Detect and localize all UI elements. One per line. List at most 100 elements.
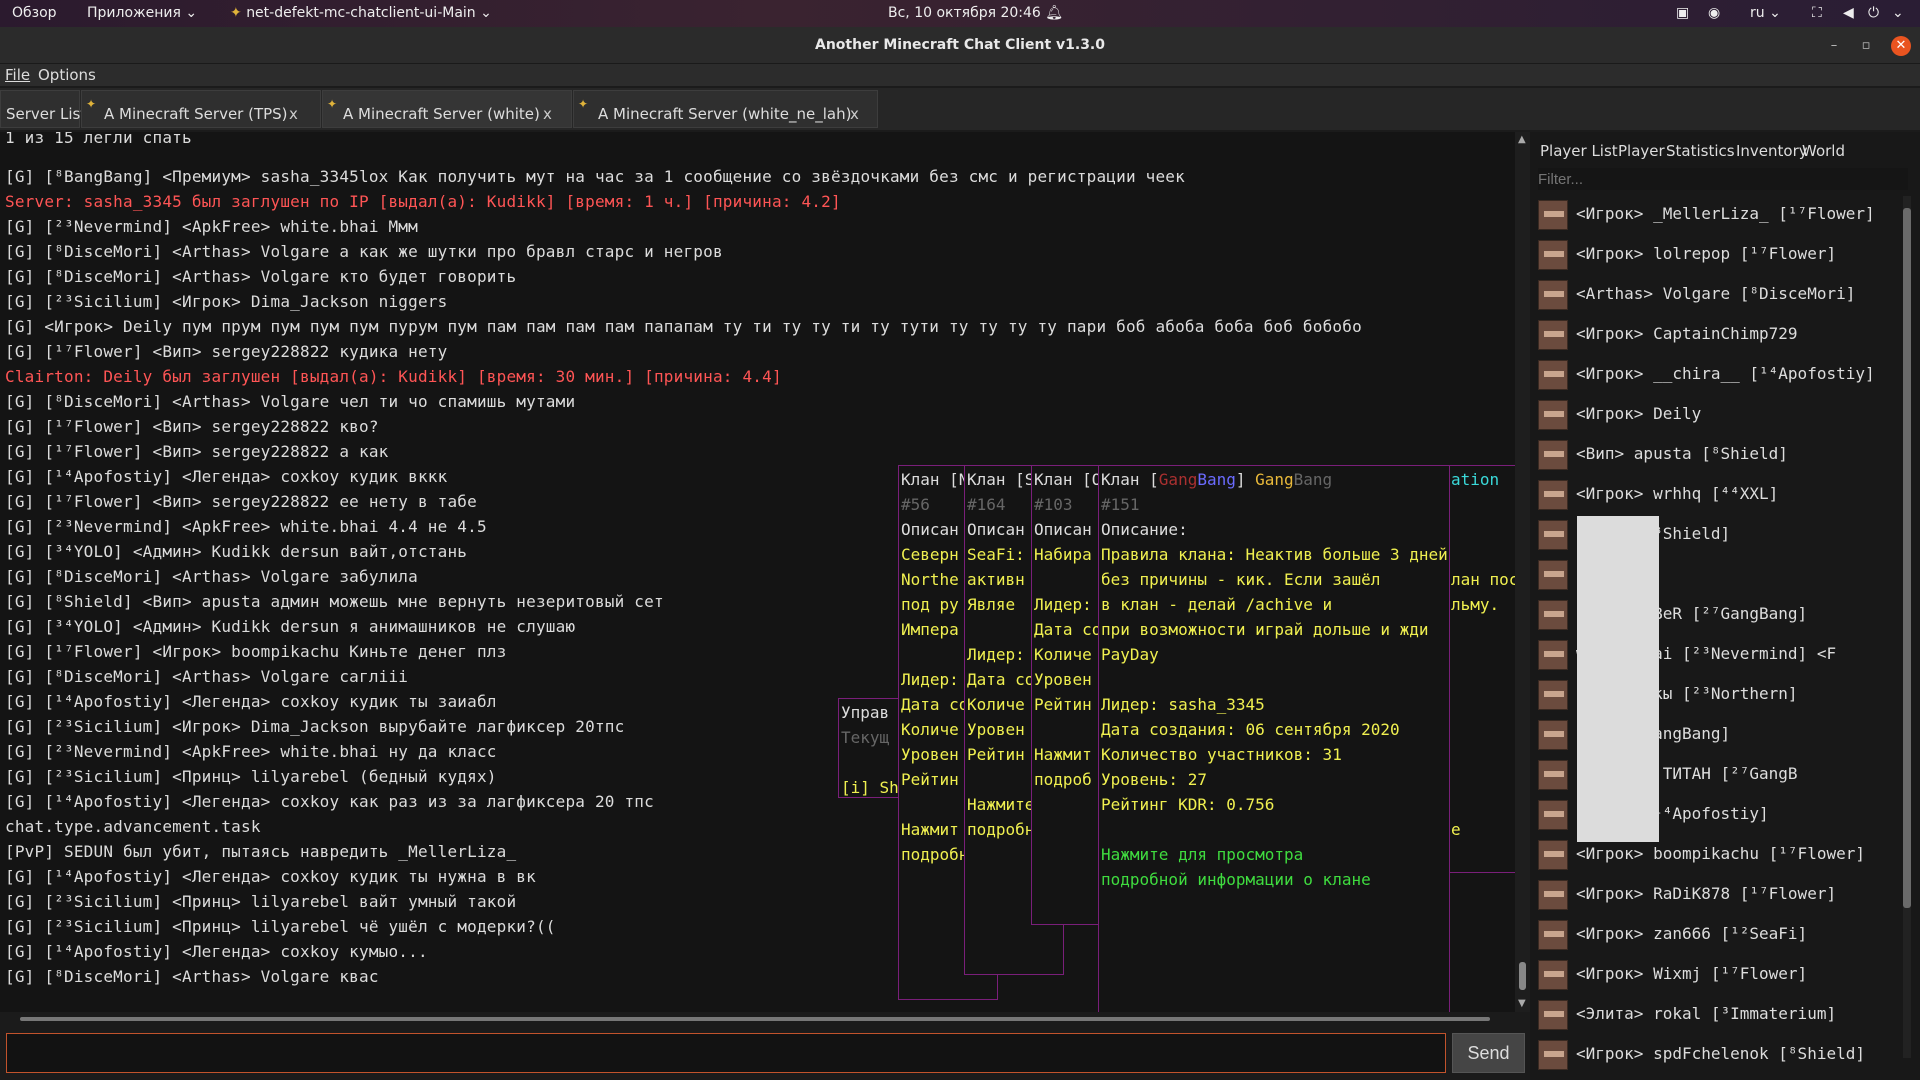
chat-log[interactable]: 1 из 15 легли спать [G] [⁸BangBang] <Пре… (0, 132, 1515, 1012)
player-head-icon (1538, 240, 1568, 270)
chat-line: [G] [²³Nevermind] <ApkFree> white.bhai н… (5, 742, 497, 761)
server-icon: ✦ (327, 97, 338, 111)
chat-vertical-scrollbar[interactable]: ▲ ▼ (1515, 132, 1530, 1012)
player-row[interactable]: <Игрок> _MellerLiza_ [¹⁷Flower] (1538, 196, 1910, 234)
tab-player[interactable]: Player (1618, 142, 1665, 160)
player-head-icon (1538, 960, 1568, 990)
clan-members: Количество участников: 31 (1101, 745, 1342, 764)
tooltip-back-3: Клан [O #103 Описан Набира Лидер: Дата со Коли… (1031, 465, 1101, 925)
apps-menu[interactable]: Приложения ⌄ (87, 5, 197, 21)
player-filter-input[interactable] (1538, 168, 1908, 190)
chat-line: [G] [¹⁷Flower] <Вип> sergey228822 ее нет… (5, 492, 477, 511)
network-icon[interactable]: ⛶ (1812, 5, 1822, 21)
clock[interactable]: Вс, 10 октября 20:46 🔔︎ (888, 5, 1063, 21)
chevron-up-icon[interactable]: ▲ (1518, 134, 1526, 145)
chevron-down-icon[interactable]: ▼ (1518, 998, 1526, 1009)
clan-level: Уровень: 27 (1101, 770, 1207, 789)
player-row[interactable]: <Игрок> RaDiK878 [¹⁷Flower] (1538, 876, 1910, 914)
overview-button[interactable]: Обзор (12, 5, 57, 21)
chat-line: Server: sasha_3345 был заглушен по IP [в… (5, 192, 841, 211)
minimize-icon[interactable]: – (1824, 36, 1844, 56)
player-head-icon (1538, 720, 1568, 750)
maximize-icon[interactable]: ▫ (1856, 36, 1876, 56)
player-row[interactable]: <Игрок> wrhhq [⁴⁴XXL] (1538, 476, 1910, 514)
player-scroll-thumb[interactable] (1903, 208, 1911, 908)
chat-line: [G] [²³Sicilium] <Принц> lilyarebel (бед… (5, 767, 497, 786)
clan-id: #151 (1101, 495, 1140, 514)
chat-line: [G] [¹⁷Flower] <Вип> sergey228822 а как (5, 442, 389, 461)
player-row[interactable]: <Arthas> Volgare [⁸DisceMori] (1538, 276, 1910, 314)
tab-label: A Minecraft Server (white_ne_lah) (598, 105, 852, 123)
volume-icon[interactable]: ◀ (1843, 5, 1854, 21)
app-window-menu[interactable]: ✦ net-defekt-mc-chatclient-ui-Main ⌄ (230, 5, 492, 21)
player-head-icon (1538, 880, 1568, 910)
close-tab-icon[interactable]: x (543, 105, 552, 123)
player-row[interactable]: <Вип> apusta [⁸Shield] (1538, 436, 1910, 474)
tooltip-line: Клан [S (967, 470, 1035, 489)
chat-hscroll-thumb[interactable] (20, 1017, 1490, 1021)
player-row[interactable]: <Игрок> __chira__ [¹⁴Apofostiy] (1538, 356, 1910, 394)
close-tab-icon[interactable]: x (850, 105, 859, 123)
tooltip-line: Количе (1034, 645, 1092, 664)
close-icon[interactable]: ✕ (1891, 36, 1911, 56)
tooltip-line: #56 (901, 495, 930, 514)
player-row[interactable]: <Игрок> lolrepop [¹⁷Flower] (1538, 236, 1910, 274)
close-tab-icon[interactable]: x (289, 105, 298, 123)
tooltip-line: активн (967, 570, 1025, 589)
chat-line: [G] [¹⁷Flower] <Вип> sergey228822 кудика… (5, 342, 448, 361)
tab-statistics[interactable]: Statistics (1666, 142, 1735, 160)
message-input[interactable] (6, 1033, 1446, 1073)
player-row[interactable]: <Игрок> spdFchelenok [⁸Shield] (1538, 1036, 1910, 1074)
chevron-down-icon: ⌄ (480, 5, 492, 21)
screen-icon[interactable]: ▣ (1676, 5, 1689, 21)
menu-options[interactable]: Options (38, 66, 96, 84)
player-head-icon (1538, 280, 1568, 310)
server-icon: ✦ (86, 97, 97, 111)
chat-line: [G] [³⁴YOLO] <Админ> Kudikk dersun вайт,… (5, 542, 468, 561)
player-name: <Игрок> lolrepop [¹⁷Flower] (1576, 244, 1837, 263)
player-head-icon (1538, 200, 1568, 230)
player-head-icon (1538, 560, 1568, 590)
chat-line: [G] [²³Nevermind] <ApkFree> white.bhai 4… (5, 517, 487, 536)
tooltip-line: e (1451, 820, 1461, 839)
tooltip-line: Управ (841, 703, 890, 722)
player-row[interactable]: <Игрок> Deily (1538, 396, 1910, 434)
language-switch[interactable]: ru ⌄ (1750, 5, 1781, 21)
chat-line: [G] [⁸DisceMori] <Arthas> Volgare а как … (5, 242, 723, 261)
chevron-down-icon[interactable]: ⌄ (1892, 5, 1904, 21)
tooltip-line: Уровен (1034, 670, 1092, 689)
clan-desc-line: PayDay (1101, 645, 1159, 664)
tooltip-line: #164 (967, 495, 1006, 514)
player-row[interactable]: <Игрок> zan666 [¹²SeaFi] (1538, 916, 1910, 954)
tab-server-tps[interactable]: ✦ A Minecraft Server (TPS) x (81, 90, 321, 128)
power-icon[interactable]: ⏻ (1868, 5, 1879, 21)
player-head-icon (1538, 920, 1568, 950)
chat-scroll-thumb[interactable] (1519, 962, 1526, 990)
chat-line: [G] [⁸DisceMori] <Arthas> Volgare кто бу… (5, 267, 517, 286)
chat-line: [G] [⁸DisceMori] <Arthas> Volgare саглii… (5, 667, 409, 686)
app-window-label: net-defekt-mc-chatclient-ui-Main (246, 5, 476, 21)
tab-server-list[interactable]: Server List (0, 90, 86, 128)
tab-inventory[interactable]: Inventory (1736, 142, 1808, 160)
tab-player-list[interactable]: Player List (1540, 142, 1618, 160)
tab-world[interactable]: World (1802, 142, 1845, 160)
player-row[interactable]: <Игрок> CaptainChimp729 (1538, 316, 1910, 354)
player-row[interactable]: <Элита> rokal [³Immaterium] (1538, 996, 1910, 1034)
chat-horizontal-scrollbar[interactable] (0, 1012, 1515, 1026)
tooltip-line: Набира (1034, 545, 1092, 564)
gamepad-icon[interactable]: ◉ (1708, 5, 1720, 21)
server-icon: ✦ (578, 97, 589, 111)
clan-tooltip: Клан [GangBang] GangBang #151 Описание: … (1098, 465, 1450, 1012)
tooltip-line: Northe (901, 570, 959, 589)
send-button[interactable]: Send (1452, 1033, 1525, 1073)
tooltip-line: Клан [N (901, 470, 969, 489)
tab-server-white[interactable]: ✦ A Minecraft Server (white) x (322, 90, 572, 128)
chat-line: [G] [¹⁴Apofostiy] <Легенда> coxkoy кудик… (5, 867, 536, 886)
player-list-scrollbar[interactable] (1903, 196, 1911, 1058)
input-row: Send (0, 1026, 1530, 1080)
menu-file[interactable]: File (5, 66, 30, 84)
player-row[interactable]: <Игрок> Wixmj [¹⁷Flower] (1538, 956, 1910, 994)
player-head-icon (1538, 680, 1568, 710)
player-head-icon (1538, 400, 1568, 430)
tab-server-white-ne-lah[interactable]: ✦ A Minecraft Server (white_ne_lah) x (573, 90, 878, 128)
